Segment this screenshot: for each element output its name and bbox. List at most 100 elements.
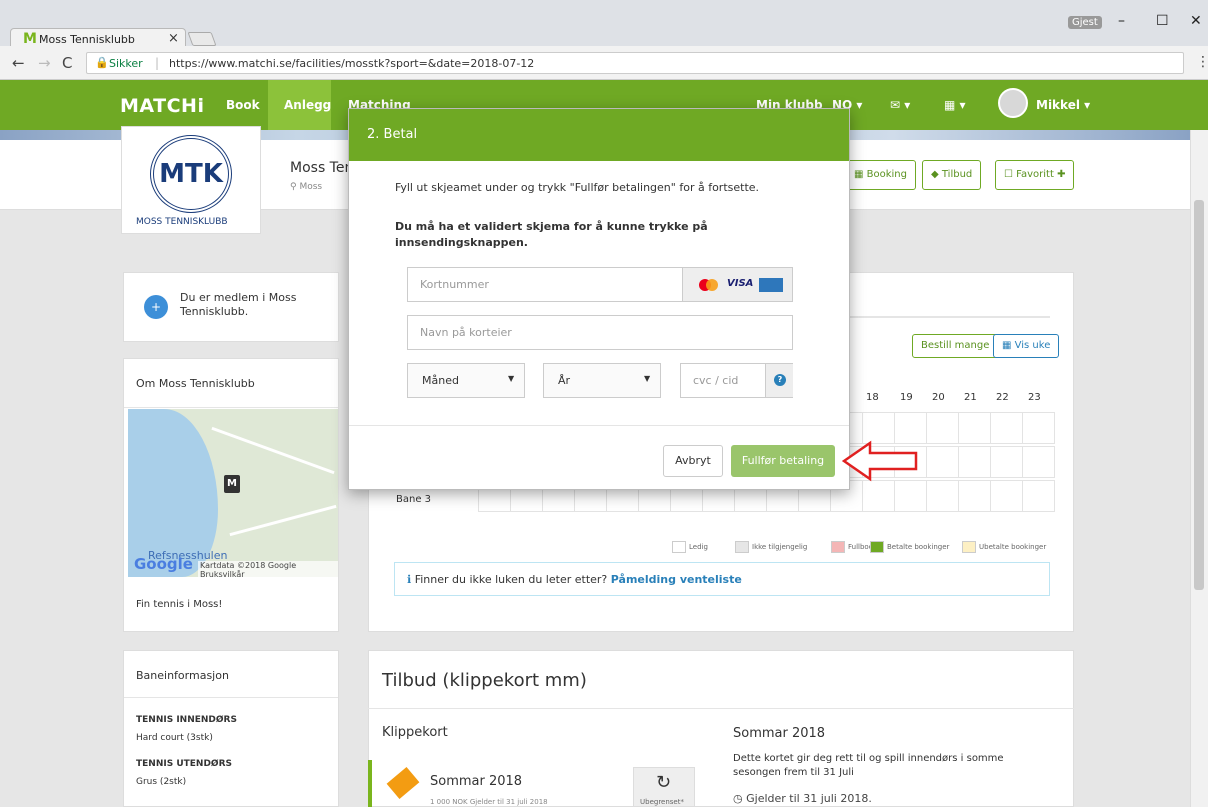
- cardholder-name-field[interactable]: Navn på korteier: [407, 315, 793, 350]
- google-logo: Google: [134, 555, 193, 573]
- booking-slot[interactable]: [1022, 446, 1055, 478]
- nav-anlegg[interactable]: Anlegg: [284, 98, 331, 112]
- hour-label: 19: [900, 392, 913, 403]
- legend-label: Ledig: [689, 543, 708, 551]
- cardholder-placeholder: Navn på korteier: [420, 326, 512, 339]
- court-type: TENNIS INNENDØRS: [136, 715, 237, 725]
- legend-label: Ubetalte bookinger: [979, 543, 1047, 551]
- scrollbar-thumb[interactable]: [1194, 200, 1204, 590]
- favorite-label: Favoritt: [1016, 169, 1054, 180]
- offer-detail-valid: ◷ Gjelder til 31 juli 2018.: [733, 792, 872, 805]
- complete-payment-button[interactable]: Fullfør betaling: [731, 445, 835, 477]
- unlimited-label: Ubegrenset*: [640, 798, 684, 806]
- about-title: Om Moss Tennisklubb: [136, 377, 255, 390]
- map-pin-icon[interactable]: M: [224, 475, 240, 493]
- booking-slot[interactable]: [1022, 480, 1055, 512]
- offers-button[interactable]: ◆ Tilbud: [922, 160, 982, 190]
- card-number-field[interactable]: Kortnummer VISA: [407, 267, 793, 302]
- url-text: https://www.matchi.se/facilities/mosstk?…: [169, 57, 535, 70]
- legend-swatch: [962, 541, 976, 553]
- browser-tab[interactable]: M Moss Tennisklubb ×: [10, 28, 186, 48]
- nav-book[interactable]: Book: [226, 98, 260, 112]
- about-text: Fin tennis i Moss!: [136, 599, 223, 610]
- cvc-field[interactable]: cvc / cid ?: [680, 363, 793, 398]
- nav-user[interactable]: Mikkel ▾: [1036, 98, 1090, 112]
- hour-label: 21: [964, 392, 977, 403]
- clock-icon: ◷: [733, 792, 743, 805]
- close-window-icon[interactable]: ✕: [1190, 13, 1202, 29]
- map-credit[interactable]: Kartdata ©2018 Google Bruksvilkår: [198, 561, 338, 577]
- info-icon: ℹ: [407, 573, 412, 586]
- booking-button[interactable]: ▦ Booking: [845, 160, 916, 190]
- modal-title: 2. Betal: [367, 127, 418, 142]
- modal-divider: [349, 425, 849, 426]
- cancel-button[interactable]: Avbryt: [663, 445, 723, 477]
- map[interactable]: M Refsnesshulen Google Kartdata ©2018 Go…: [128, 409, 338, 577]
- booking-slot[interactable]: [926, 412, 959, 444]
- member-card: + Du er medlem i Moss Tennisklubb.: [123, 272, 339, 342]
- about-card: Om Moss Tennisklubb M Refsnesshulen Goog…: [123, 358, 339, 632]
- calendar-icon[interactable]: ▦ ▾: [944, 98, 966, 112]
- browser-menu-icon[interactable]: ⋮: [1196, 54, 1208, 70]
- card-number-placeholder: Kortnummer: [420, 278, 489, 291]
- booking-slot[interactable]: [1022, 412, 1055, 444]
- offer-name[interactable]: Sommar 2018: [430, 774, 522, 789]
- hour-label: 22: [996, 392, 1009, 403]
- cvc-help[interactable]: ?: [765, 364, 793, 397]
- booking-slot[interactable]: [926, 480, 959, 512]
- refresh-icon: ↻: [656, 772, 672, 793]
- booking-slot[interactable]: [990, 412, 1023, 444]
- guest-profile-badge[interactable]: Gjest: [1068, 16, 1102, 29]
- forward-icon[interactable]: →: [38, 54, 51, 72]
- logo-letters: MTK: [150, 135, 232, 213]
- tab-title: Moss Tennisklubb: [39, 33, 135, 46]
- month-select[interactable]: Måned ▼: [407, 363, 525, 398]
- map-road: [211, 426, 335, 475]
- year-select[interactable]: År ▼: [543, 363, 661, 398]
- booking-slot[interactable]: [894, 480, 927, 512]
- back-icon[interactable]: ←: [12, 54, 25, 72]
- close-tab-icon[interactable]: ×: [168, 31, 179, 46]
- booking-slot[interactable]: [990, 446, 1023, 478]
- new-tab-button[interactable]: [187, 32, 217, 46]
- offers-divider: [368, 708, 1074, 709]
- reload-icon[interactable]: C: [62, 54, 72, 72]
- annotation-arrow-icon: [842, 440, 918, 482]
- week-view-button[interactable]: ▦ Vis uke: [993, 334, 1060, 358]
- legend-swatch: [672, 541, 686, 553]
- card-logos: VISA: [682, 268, 792, 301]
- hour-label: 23: [1028, 392, 1041, 403]
- court-desc: Grus (2stk): [136, 777, 187, 787]
- minimize-icon[interactable]: –: [1118, 13, 1125, 29]
- card-divider: [124, 407, 338, 408]
- modal-intro: Fyll ut skjeamet under og trykk "Fullfør…: [395, 181, 760, 194]
- waitlist-link[interactable]: Påmelding venteliste: [611, 573, 742, 586]
- courts-card: Baneinformasjon TENNIS INNENDØRS Hard co…: [123, 650, 339, 807]
- club-location: ⚲ Moss: [290, 182, 323, 192]
- avatar[interactable]: [998, 88, 1028, 118]
- hour-label: 18: [866, 392, 879, 403]
- favorite-button[interactable]: ☐ Favoritt ✚: [995, 160, 1075, 190]
- waitlist-info-box: ℹ Finner du ikke luken du leter etter? P…: [394, 562, 1050, 596]
- messages-icon[interactable]: ✉ ▾: [890, 98, 910, 112]
- offer-subtitle: 1 000 NOK Gjelder til 31 juli 2018: [430, 798, 548, 806]
- booking-slot[interactable]: [862, 480, 895, 512]
- week-view-label: Vis uke: [1014, 340, 1051, 351]
- booking-slot[interactable]: [958, 412, 991, 444]
- court-row-label: Bane 3: [396, 494, 432, 505]
- legend-swatch: [870, 541, 884, 553]
- url-input[interactable]: 🔒 Sikker | https://www.matchi.se/facilit…: [86, 52, 1184, 74]
- court-type: TENNIS UTENDØRS: [136, 759, 232, 769]
- chevron-down-icon: ▼: [508, 374, 515, 383]
- offer-valid-text: Gjelder til 31 juli 2018.: [746, 792, 872, 805]
- booking-slot[interactable]: [926, 446, 959, 478]
- unlimited-box: ↻ Ubegrenset*: [633, 767, 695, 807]
- booking-slot[interactable]: [958, 480, 991, 512]
- booking-slot[interactable]: [990, 480, 1023, 512]
- offers-label: Tilbud: [941, 169, 973, 180]
- cvc-placeholder: cvc / cid: [693, 374, 739, 387]
- maximize-icon[interactable]: ☐: [1156, 13, 1169, 29]
- book-many-button[interactable]: Bestill mange: [912, 334, 999, 358]
- booking-slot[interactable]: [958, 446, 991, 478]
- matchi-logo[interactable]: MATCHi: [120, 95, 204, 117]
